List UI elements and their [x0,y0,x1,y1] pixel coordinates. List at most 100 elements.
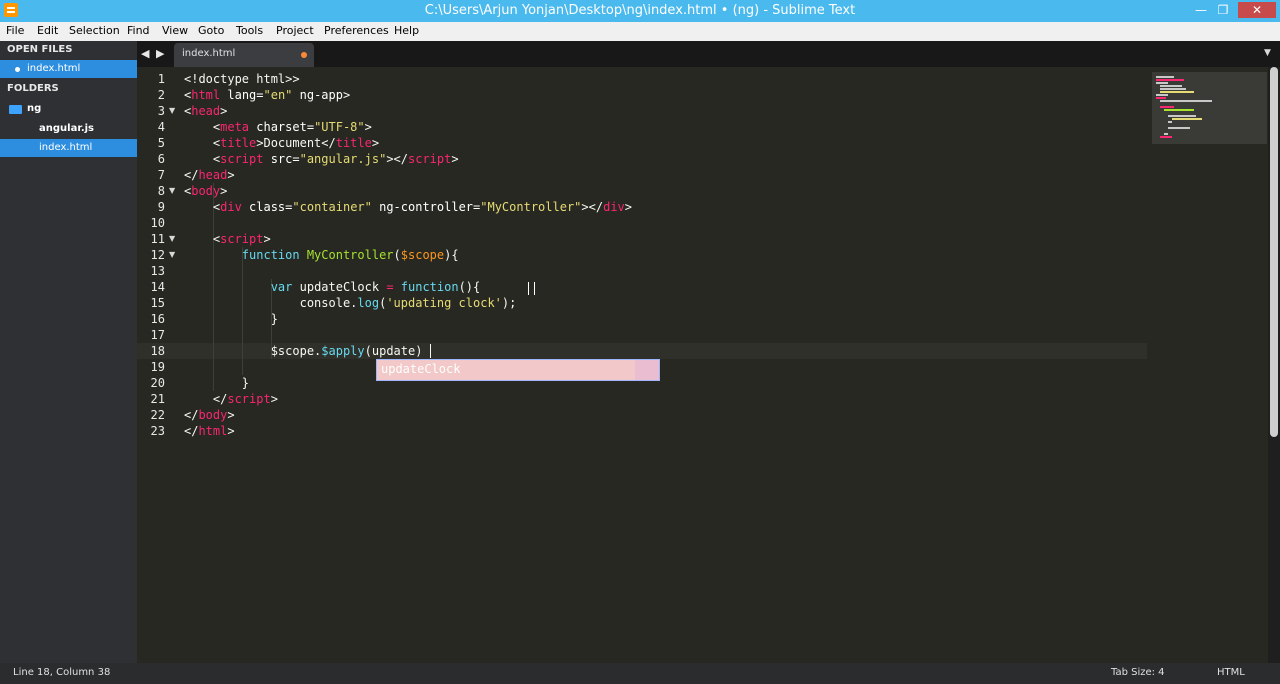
line-number: 20 [150,376,165,390]
unsaved-dot-icon[interactable] [301,52,307,58]
close-button[interactable]: ✕ [1238,2,1276,18]
open-file-dot-icon [15,67,20,72]
code-token: "en" [263,88,293,102]
open-files-header: OPEN FILES [7,44,73,55]
code-token: > [371,136,380,150]
tab-overflow-icon[interactable]: ▼ [1264,48,1271,58]
code-token: > [220,104,228,118]
line-number: 21 [150,392,165,406]
code-token: $scope. [184,344,322,358]
maximize-button[interactable]: ❐ [1214,2,1232,18]
tab-size-indicator[interactable]: Tab Size: 4 [1111,667,1165,678]
code-token: 'updating clock' [386,296,502,310]
autocomplete-popup[interactable]: updateClock [376,359,660,381]
code-token: < [184,120,221,134]
code-token: > [624,200,633,214]
code-token: function [241,248,300,262]
menu-goto[interactable]: Goto [198,24,224,37]
code-token: log [357,296,380,310]
line-number: 5 [157,136,165,150]
code-line: <meta charset="UTF-8"> [184,119,372,135]
code-token: "MyController" [480,200,582,214]
line-number: 18 [150,344,165,358]
code-token: > [270,392,278,406]
code-token: > [364,120,372,134]
menu-file[interactable]: File [6,24,24,37]
line-number: 19 [150,360,165,374]
fold-arrow-icon[interactable]: ▼ [169,247,175,263]
code-line: <body> [184,183,227,199]
code-token: ( [393,248,401,262]
file-item-index-selected[interactable]: index.html [0,139,137,157]
code-token: charset= [249,120,315,134]
code-token: > [220,184,228,198]
folder-ng[interactable]: ng [27,103,41,114]
line-number: 9 [157,200,165,214]
line-number: 3 [157,104,165,118]
code-token: div [603,200,625,214]
line-number: 7 [157,168,165,182]
code-token: } [184,376,250,390]
menu-preferences[interactable]: Preferences [324,24,389,37]
title-bar: C:\Users\Arjun Yonjan\Desktop\ng\index.h… [0,0,1280,22]
code-token: src= [263,152,300,166]
code-token: >Document</ [256,136,336,150]
tab-index-html[interactable]: index.html [174,43,314,67]
menu-edit[interactable]: Edit [37,24,58,37]
minimap[interactable] [1152,72,1267,144]
menu-project[interactable]: Project [276,24,314,37]
code-token: > [227,424,235,438]
code-token: (){ [458,280,481,294]
code-token: script [220,152,264,166]
menu-help[interactable]: Help [394,24,419,37]
code-token: <!doctype html> [184,72,293,86]
menu-view[interactable]: View [162,24,188,37]
minimize-button[interactable]: — [1192,2,1210,18]
code-token: ){ [444,248,459,262]
fold-arrow-icon[interactable]: ▼ [169,183,175,199]
file-item-index-label: index.html [39,142,93,153]
code-token: head [198,168,228,182]
line-number: 14 [150,280,165,294]
autocomplete-selected-item[interactable]: updateClock [377,360,635,380]
code-token: > [263,232,271,246]
code-token: function [400,280,459,294]
line-number: 2 [157,88,165,102]
tab-back-arrow-icon[interactable]: ◀ [141,47,149,60]
code-line: </head> [184,167,235,183]
file-item-angular[interactable]: angular.js [39,123,94,134]
code-token: title [220,136,257,150]
menu-tools[interactable]: Tools [236,24,263,37]
menu-find[interactable]: Find [127,24,150,37]
code-editor[interactable]: 1 <!doctype html>> 2 <html lang="en" ng-app… [137,67,1269,663]
tab-bar: ◀ ▶ index.html ▼ [137,41,1280,67]
code-line: <div class="container" ng-controller="My… [184,199,632,215]
code-token: < [184,136,221,150]
code-token: div [220,200,242,214]
code-token: </ [184,168,199,182]
code-token: meta [220,120,250,134]
fold-arrow-icon[interactable]: ▼ [169,231,175,247]
folders-header: FOLDERS [7,83,59,94]
code-token: "UTF-8" [314,120,365,134]
tab-label: index.html [182,48,236,59]
code-token: </ [184,408,199,422]
line-number: 4 [157,120,165,134]
code-token: html [191,88,221,102]
code-token: ng-controller= [371,200,481,214]
line-number: 16 [150,312,165,326]
syntax-indicator[interactable]: HTML [1217,667,1245,678]
tab-forward-arrow-icon[interactable]: ▶ [156,47,164,60]
code-token: = [386,280,394,294]
scrollbar-thumb[interactable] [1270,67,1278,437]
code-token: ); [501,296,517,310]
fold-arrow-icon[interactable]: ▼ [169,103,175,119]
open-file-item[interactable]: index.html [0,60,137,78]
menu-selection[interactable]: Selection [69,24,120,37]
code-token: "angular.js" [299,152,387,166]
code-token: > [292,72,300,86]
line-number: 12 [150,248,165,262]
code-token: console. [184,296,358,310]
